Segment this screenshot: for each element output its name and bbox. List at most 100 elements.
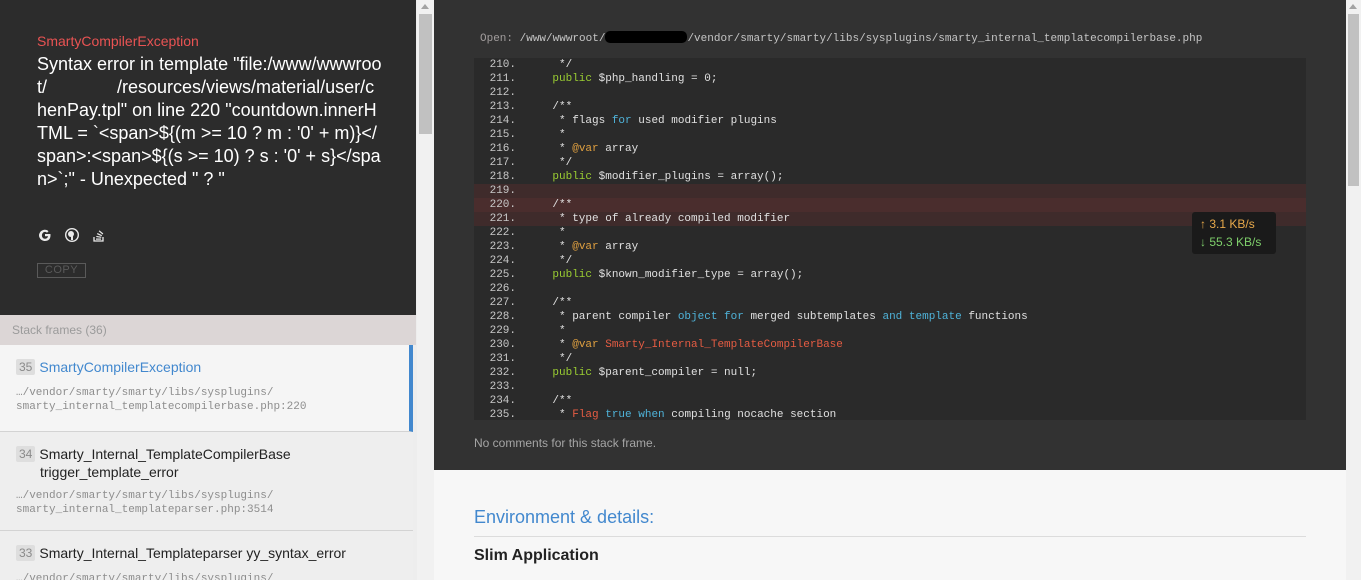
left-panel: SmartyCompilerException Syntax error in …	[0, 0, 416, 580]
frame-file-path: …/vendor/smarty/smarty/libs/sysplugins/	[16, 573, 274, 580]
frame-index: 34	[16, 446, 36, 462]
line-number: 225.	[489, 269, 516, 281]
code-text: * type of already compiled modifier	[526, 213, 791, 225]
file-path-prefix[interactable]: /www/wwwroot/	[520, 33, 606, 45]
code-line: 217. */	[474, 156, 1306, 170]
exception-message: Syntax error in template "file:/www/wwwr…	[37, 54, 382, 189]
exception-class: SmartyCompilerException	[37, 33, 199, 49]
code-line: 223. * @var array	[474, 240, 1306, 254]
line-number: 216.	[489, 143, 516, 155]
line-number: 231.	[489, 353, 516, 365]
search-icons	[37, 227, 107, 243]
code-text: * parent compiler object for merged subt…	[526, 311, 1028, 323]
environment-title: Environment & details:	[474, 507, 655, 527]
code-line: 226.	[474, 282, 1306, 296]
copy-button[interactable]: COPY	[37, 263, 86, 278]
frame-file-name: smarty_internal_templateparser.php:3514	[16, 504, 274, 516]
line-number: 228.	[489, 311, 516, 323]
code-text: public $php_handling = 0;	[552, 73, 718, 85]
upload-speed: ↑ 3.1 KB/s	[1200, 217, 1255, 231]
line-number: 220.	[489, 199, 516, 211]
file-path: Open: /www/wwwroot/ /vendor/smarty/smarty…	[480, 31, 1202, 45]
code-line: 213. /**	[474, 100, 1306, 114]
code-line: 234. /**	[474, 394, 1306, 408]
code-text: * Flag true when compiling nocache secti…	[526, 409, 837, 420]
line-number: 234.	[489, 395, 516, 407]
frame-class: Smarty_Internal_TemplateCompilerBase	[39, 446, 291, 462]
exception-header: SmartyCompilerException Syntax error in …	[0, 0, 416, 315]
code-line: 220. /**	[474, 198, 1306, 212]
left-scrollbar-thumb[interactable]	[419, 14, 432, 134]
code-line: 225. public $known_modifier_type = array…	[474, 268, 1306, 282]
stack-frame-35[interactable]: 35 SmartyCompilerException …/vendor/smart…	[0, 345, 413, 432]
code-text: * flags for used modifier plugins	[526, 115, 777, 127]
stack-frame-33[interactable]: 33 Smarty_Internal_Templateparser yy_synt…	[0, 531, 413, 580]
code-text: * @var array	[526, 241, 639, 253]
network-speed-widget: ↑ 3.1 KB/s ↓ 55.3 KB/s	[1192, 212, 1276, 254]
file-path-suffix[interactable]: /vendor/smarty/smarty/libs/sysplugins/sm…	[687, 33, 1202, 45]
code-text: *	[526, 325, 566, 337]
code-line: 227. /**	[474, 296, 1306, 310]
line-number: 217.	[489, 157, 516, 169]
code-viewer: 210. */211. public $php_handling = 0; 212…	[474, 58, 1306, 420]
redacted-block	[605, 31, 688, 43]
stack-frame-34[interactable]: 34 Smarty_Internal_TemplateCompilerBase t…	[0, 432, 413, 531]
line-number: 232.	[489, 367, 516, 379]
line-number: 227.	[489, 297, 516, 309]
code-line: 231. */	[474, 352, 1306, 366]
line-number: 218.	[489, 171, 516, 183]
code-line: 228. * parent compiler object for merged…	[474, 310, 1306, 324]
code-text: */	[526, 157, 573, 169]
code-text: */	[526, 353, 573, 365]
line-number: 226.	[489, 283, 516, 295]
scroll-up-arrow-icon[interactable]	[421, 4, 429, 9]
line-number: 233.	[489, 381, 516, 393]
stack-frames-list: 35 SmartyCompilerException …/vendor/smart…	[0, 345, 416, 580]
code-line: 235. * Flag true when compiling nocache …	[474, 408, 1306, 420]
page-scrollbar-thumb[interactable]	[1348, 14, 1359, 186]
line-number: 222.	[489, 227, 516, 239]
duckduckgo-search-icon[interactable]	[64, 227, 80, 243]
environment-panel: Environment & details: Slim Application	[434, 470, 1346, 580]
code-line: 211. public $php_handling = 0;	[474, 72, 1306, 86]
code-text: * @var Smarty_Internal_TemplateCompilerB…	[526, 339, 843, 351]
code-line: 218. public $modifier_plugins = array();	[474, 170, 1306, 184]
code-text: * @var array	[526, 143, 639, 155]
frame-class: SmartyCompilerException	[39, 359, 202, 375]
line-number: 224.	[489, 255, 516, 267]
code-line: 210. */	[474, 58, 1306, 72]
line-number: 219.	[489, 185, 516, 197]
frame-file-path: …/vendor/smarty/smarty/libs/sysplugins/	[16, 490, 274, 502]
frame-index: 33	[16, 545, 36, 561]
scroll-up-arrow-icon[interactable]	[1349, 4, 1357, 9]
code-text: /**	[526, 199, 573, 211]
open-label: Open:	[480, 33, 514, 45]
line-number: 212.	[489, 87, 516, 99]
frame-file: …/vendor/smarty/smarty/libs/sysplugins/ …	[16, 489, 397, 517]
download-speed: ↓ 55.3 KB/s	[1200, 235, 1262, 249]
code-line: 229. *	[474, 324, 1306, 338]
frame-file-path: …/vendor/smarty/smarty/libs/sysplugins/	[16, 387, 274, 399]
code-line: 212.	[474, 86, 1306, 100]
frame-class: Smarty_Internal_Templateparser yy_syntax…	[39, 545, 346, 561]
code-line: 215. *	[474, 128, 1306, 142]
code-line: 222. *	[474, 226, 1306, 240]
code-text: *	[526, 227, 566, 239]
code-line: 230. * @var Smarty_Internal_TemplateComp…	[474, 338, 1306, 352]
line-number: 230.	[489, 339, 516, 351]
left-scrollbar[interactable]	[417, 0, 434, 580]
frame-file-name: smarty_internal_templatecompilerbase.php…	[16, 401, 307, 413]
stack-frames-header: Stack frames (36)	[0, 315, 416, 345]
line-number: 221.	[489, 213, 516, 225]
google-search-icon[interactable]	[37, 227, 53, 243]
frame-method: trigger_template_error	[40, 464, 179, 480]
stackoverflow-search-icon[interactable]	[91, 227, 107, 243]
code-line: 216. * @var array	[474, 142, 1306, 156]
frame-index: 35	[16, 359, 36, 375]
code-text: */	[526, 59, 573, 71]
page-scrollbar[interactable]	[1346, 0, 1361, 580]
code-text: /**	[526, 395, 573, 407]
line-number: 210.	[489, 59, 516, 71]
code-line: 214. * flags for used modifier plugins	[474, 114, 1306, 128]
code-text: public $parent_compiler = null;	[552, 367, 758, 379]
